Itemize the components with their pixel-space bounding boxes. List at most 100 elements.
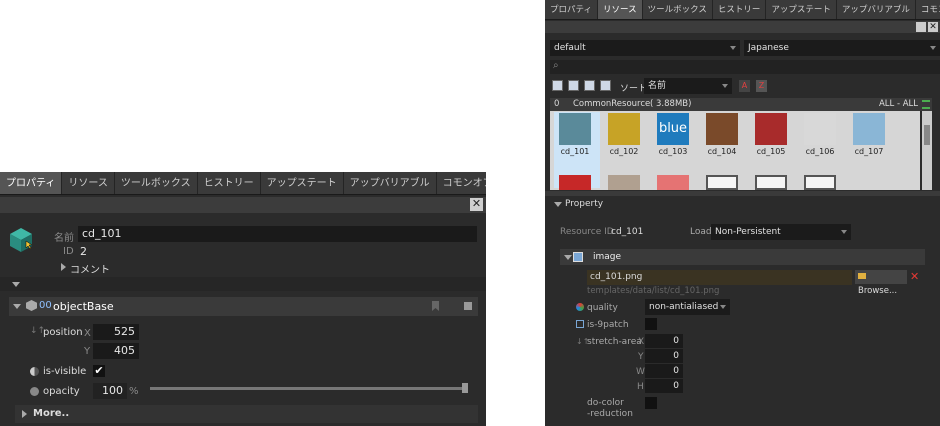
ninepatch-checkbox[interactable] [645, 318, 657, 330]
name-field[interactable]: cd_101 [78, 226, 477, 242]
menu-icon[interactable] [916, 22, 926, 32]
opacity-slider[interactable] [150, 383, 468, 393]
thumbnail-image[interactable] [755, 113, 787, 145]
thumbnail-image[interactable] [706, 113, 738, 145]
tab-app-state[interactable]: アップステート [766, 0, 837, 19]
thumbnail-image[interactable] [706, 175, 738, 190]
y-label: Y [84, 346, 91, 357]
thumbnail-label: cd_105 [756, 147, 786, 156]
do-color-reduction-checkbox[interactable] [645, 397, 657, 409]
collapse-section-icon[interactable] [13, 304, 21, 309]
view-list-icon[interactable] [600, 80, 611, 91]
tab-resources[interactable]: リソース [598, 0, 643, 19]
collapse-all-icon[interactable] [12, 282, 20, 287]
tab-resources[interactable]: リソース [62, 172, 115, 194]
resource-id-value: cd_101 [611, 227, 644, 237]
section-title: objectBase [53, 300, 114, 313]
browse-label: Browse... [858, 286, 898, 296]
close-panel-icon[interactable]: ✕ [928, 22, 938, 32]
thumbnail-image[interactable] [804, 113, 836, 145]
collapse-image-icon[interactable] [564, 255, 572, 260]
tab-common-object[interactable]: コモンオブジェクト [916, 0, 940, 19]
stop-icon[interactable] [464, 302, 472, 310]
stretch-h-field[interactable]: 0 [645, 379, 683, 393]
scrollbar-thumb[interactable] [924, 125, 930, 145]
resource-search-input[interactable]: ⌕ [550, 60, 940, 74]
opacity-slider-handle[interactable] [462, 383, 468, 393]
stretch-w-field[interactable]: 0 [645, 364, 683, 378]
filter-label: ALL - ALL [878, 99, 918, 109]
position-label: position [43, 327, 83, 338]
resources-panel-right: プロパティ リソース ツールボックス ヒストリー アップステート アップバリアブ… [545, 0, 940, 426]
stretch-h-label: H [637, 382, 644, 392]
tab-app-state[interactable]: アップステート [261, 172, 344, 194]
resource-group-header[interactable]: 0 CommonResource ( 3.88MB) ALL - ALL [550, 98, 932, 111]
expand-comment-icon[interactable] [61, 263, 66, 271]
quality-select[interactable]: non-antialiased [645, 299, 730, 315]
sort-select-value: 名前 [648, 81, 667, 91]
file-path-text: templates/data/list/cd_101.png [587, 286, 720, 296]
is-visible-checkbox[interactable]: ✔ [93, 365, 105, 377]
thumbnail-image[interactable] [559, 113, 591, 145]
properties-panel-left: プロパティ リソース ツールボックス ヒストリー アップステート アップバリアブ… [0, 172, 486, 426]
thumbnail-image[interactable] [608, 175, 640, 190]
stretch-x-field[interactable]: 0 [645, 334, 683, 348]
clear-file-icon[interactable]: ✕ [910, 270, 919, 283]
tab-app-variable[interactable]: アップバリアブル [837, 0, 916, 19]
splitter[interactable] [545, 191, 940, 196]
thumbnail-image[interactable] [657, 175, 689, 190]
tab-toolbox[interactable]: ツールボックス [643, 0, 713, 19]
more-row[interactable]: More.. [15, 405, 478, 423]
image-section-header[interactable]: image [560, 249, 925, 265]
sort-asc-icon[interactable]: A [739, 80, 750, 92]
language-select-value: Japanese [748, 43, 789, 53]
stretch-y-field[interactable]: 0 [645, 349, 683, 363]
view-medium-icon[interactable] [568, 80, 579, 91]
thumbnail-scrollbar[interactable] [922, 111, 932, 190]
browse-button[interactable]: Browse... [855, 270, 907, 296]
expand-more-icon[interactable] [22, 410, 27, 418]
bookmark-icon[interactable] [432, 301, 439, 311]
panel-toolbar: ✕ [0, 197, 486, 213]
comment-label[interactable]: コメント [70, 261, 110, 276]
resource-name: CommonResource [573, 99, 651, 109]
position-x-field[interactable]: 525 [93, 324, 139, 340]
thumbnail-image[interactable] [608, 113, 640, 145]
sort-desc-icon[interactable]: Z [756, 80, 767, 92]
thumbnail-image[interactable] [853, 113, 885, 145]
image-file-field[interactable]: cd_101.png [587, 270, 852, 285]
collapse-property-icon[interactable] [554, 202, 562, 207]
filter-menu-icon[interactable] [922, 100, 930, 109]
thumbnail-label: cd_102 [609, 147, 639, 156]
tab-toolbox[interactable]: ツールボックス [115, 172, 198, 194]
thumbnail-image[interactable] [755, 175, 787, 190]
quality-select-value: non-antialiased [649, 302, 719, 312]
view-grid-icon[interactable] [584, 80, 595, 91]
tab-app-variable[interactable]: アップバリアブル [344, 172, 437, 194]
language-select[interactable]: Japanese [744, 40, 940, 56]
position-y-field[interactable]: 405 [93, 343, 139, 359]
section-header-objectbase[interactable]: 00 objectBase [9, 297, 478, 316]
thumbnail-label: cd_107 [854, 147, 884, 156]
thumbnail-image[interactable] [559, 175, 591, 190]
tab-history[interactable]: ヒストリー [713, 0, 767, 19]
tab-properties[interactable]: プロパティ [0, 172, 63, 194]
thumbnail-label: cd_104 [707, 147, 737, 156]
thumbnail-grid: cd_101 cd_102 blue cd_103 cd_104 cd_105 cd_106… [550, 111, 920, 190]
view-large-icon[interactable] [552, 80, 563, 91]
id-label: ID [63, 246, 74, 257]
sort-select[interactable]: 名前 [644, 78, 732, 94]
more-label[interactable]: More.. [33, 408, 69, 419]
group-select[interactable]: default [550, 40, 740, 56]
cube-icon [9, 227, 33, 252]
opacity-field[interactable]: 100 [93, 383, 127, 399]
ninepatch-icon [576, 320, 584, 328]
thumbnail-image[interactable] [804, 175, 836, 190]
tab-history[interactable]: ヒストリー [198, 172, 261, 194]
tab-properties[interactable]: プロパティ [545, 0, 598, 19]
load-select[interactable]: Non-Persistent [711, 224, 851, 240]
tab-common-object[interactable]: コモンオブジェクト [437, 172, 486, 194]
visible-icon [30, 367, 39, 376]
close-panel-button[interactable]: ✕ [470, 198, 483, 211]
thumbnail-image[interactable]: blue [657, 113, 689, 145]
